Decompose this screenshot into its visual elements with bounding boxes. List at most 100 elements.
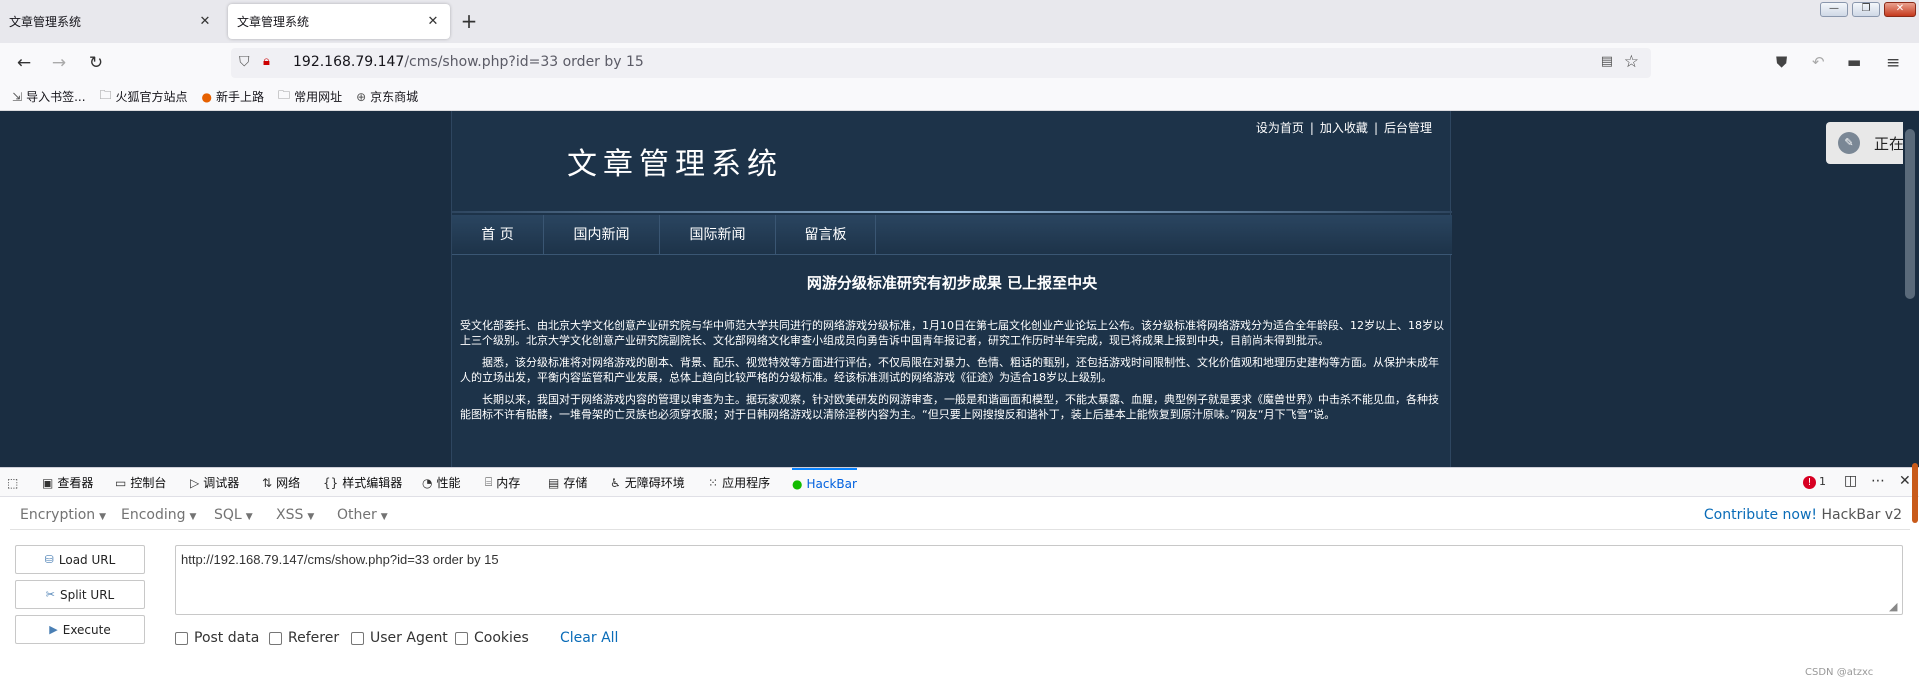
bookmark-label: 常用网址 — [294, 90, 343, 104]
hackbar-url-textarea[interactable] — [175, 545, 1903, 615]
article-body: 受文化部委托、由北京大学文化创意产业研究院与华中师范大学共同进行的网络游戏分级标… — [460, 318, 1444, 429]
site-nav-domestic-news[interactable]: 国内新闻 — [544, 215, 660, 255]
resize-grip-icon[interactable]: ◢ — [1889, 600, 1897, 613]
import-icon: ⇲ — [12, 89, 23, 104]
tab-console[interactable]: ▭ 控制台 — [115, 468, 166, 497]
style-icon: {} — [323, 475, 339, 490]
tab-accessibility[interactable]: ♿︎ 无障碍环境 — [610, 468, 685, 497]
reload-icon[interactable]: ↻ — [84, 51, 108, 75]
site-container: 设为首页 | 加入收藏 | 后台管理 文章管理系统 首 页 国内新闻 国际新闻 留言板 … — [451, 111, 1452, 467]
watermark: CSDN @atzxc — [1805, 667, 1874, 678]
article-paragraph: 据悉，该分级标准将对网络游戏的剧本、背景、配乐、视觉特效等方面进行评估，不仅局限… — [460, 356, 1439, 384]
contribute-link[interactable]: Contribute now! — [1704, 507, 1817, 523]
tab-hackbar[interactable]: ● HackBar — [792, 468, 857, 497]
tab-application[interactable]: ⁙ 应用程序 — [708, 468, 770, 497]
set-homepage-link[interactable]: 设为首页 — [1256, 121, 1304, 135]
admin-link[interactable]: 后台管理 — [1384, 121, 1432, 135]
bookmark-label: 导入书签... — [26, 90, 86, 104]
menu-encoding[interactable]: Encoding ▼ — [121, 507, 196, 523]
header-divider — [452, 211, 1452, 213]
performance-icon: ◔ — [422, 475, 433, 490]
accessibility-icon: ♿︎ — [610, 475, 621, 490]
shield-icon[interactable]: ⛉ — [239, 54, 250, 70]
bookmark-import[interactable]: ⇲ 导入书签... — [12, 88, 86, 105]
browser-tab[interactable]: 文章管理系统 ✕ — [0, 4, 222, 39]
tab-close-icon[interactable]: ✕ — [197, 14, 213, 29]
window-minimize-button[interactable]: — — [1820, 2, 1848, 17]
load-url-button[interactable]: ⛁ Load URL — [15, 545, 145, 574]
back-arrow-icon[interactable]: ← — [12, 51, 36, 75]
scissors-icon: ✂ — [45, 588, 55, 601]
devtools-scrollbar-thumb[interactable] — [1912, 463, 1918, 523]
browser-nav-bar: ← → ↻ ⛉ 🔒︎ 192.168.79.147/cms/show.php?i… — [0, 43, 1919, 83]
microphone-muted-icon: ✎ — [1838, 132, 1860, 154]
tab-performance[interactable]: ◔ 性能 — [422, 468, 461, 497]
globe-icon: ⊕ — [356, 89, 367, 104]
window-maximize-button[interactable]: ❐ — [1852, 2, 1880, 17]
bookmark-firefox-site[interactable]: 🗀 火狐官方站点 — [100, 86, 188, 107]
error-count-badge[interactable]: ! 1 — [1803, 475, 1826, 489]
new-tab-button[interactable]: + — [458, 9, 480, 33]
referer-checkbox[interactable]: Referer — [269, 630, 339, 646]
user-agent-checkbox[interactable]: User Agent — [351, 630, 448, 646]
site-nav-intl-news[interactable]: 国际新闻 — [660, 215, 776, 255]
memory-icon: ⌸ — [485, 475, 493, 489]
post-data-checkbox[interactable]: Post data — [175, 630, 259, 646]
pocket-icon[interactable]: ⛊ — [1776, 53, 1787, 71]
article: 网游分级标准研究有初步成果 已上报至中央 受文化部委托、由北京大学文化创意产业研… — [452, 256, 1452, 467]
forward-arrow-icon[interactable]: → — [47, 51, 71, 75]
menu-icon[interactable]: ≡ — [1886, 53, 1900, 73]
console-icon: ▭ — [115, 475, 127, 490]
load-icon: ⛁ — [44, 553, 54, 566]
add-favorite-link[interactable]: 加入收藏 — [1320, 121, 1368, 135]
caret-down-icon: ▼ — [189, 512, 197, 522]
element-picker-button[interactable]: ⬚ — [7, 468, 22, 497]
more-options-icon[interactable]: ⋯ — [1871, 473, 1885, 489]
site-nav-guestbook[interactable]: 留言板 — [776, 215, 876, 255]
tab-style-editor[interactable]: {} 样式编辑器 — [323, 468, 402, 497]
bookmark-jd[interactable]: ⊕ 京东商城 — [356, 88, 418, 105]
caret-down-icon: ▼ — [380, 512, 388, 522]
tab-memory[interactable]: ⌸ 内存 — [485, 468, 520, 497]
bookmark-star-icon[interactable]: ☆ — [1624, 52, 1639, 72]
menu-encryption[interactable]: Encryption ▼ — [20, 507, 106, 523]
browser-tab-active[interactable]: 文章管理系统 ✕ — [228, 4, 450, 39]
cookies-checkbox[interactable]: Cookies — [455, 630, 529, 646]
url-text[interactable]: 192.168.79.147/cms/show.php?id=33 order … — [293, 54, 644, 70]
browser-tab-bar: 文章管理系统 ✕ 文章管理系统 ✕ + — ❐ ✕ — [0, 0, 1919, 43]
tab-close-icon[interactable]: ✕ — [425, 14, 441, 29]
dock-side-icon[interactable]: ◫ — [1844, 473, 1857, 489]
site-nav-home[interactable]: 首 页 — [452, 215, 544, 255]
address-bar[interactable]: ⛉ 🔒︎ 192.168.79.147/cms/show.php?id=33 o… — [231, 48, 1651, 78]
insecure-lock-icon[interactable]: 🔒︎ — [263, 54, 270, 69]
firefox-icon: ● — [201, 89, 213, 104]
menu-other[interactable]: Other ▼ — [337, 507, 388, 523]
inspector-icon: ▣ — [42, 475, 54, 490]
site-logo-title: 文章管理系统 — [567, 147, 783, 182]
split-url-button[interactable]: ✂ Split URL — [15, 580, 145, 609]
menu-xss[interactable]: XSS ▼ — [276, 507, 314, 523]
close-devtools-icon[interactable]: ✕ — [1899, 473, 1911, 489]
tab-title: 文章管理系统 — [9, 15, 82, 29]
bookmarks-toolbar: ⇲ 导入书签... 🗀 火狐官方站点 ● 新手上路 🗀 常用网址 ⊕ 京东商城 — [0, 83, 1919, 111]
execute-button[interactable]: ▶ Execute — [15, 615, 145, 644]
window-close-button[interactable]: ✕ — [1884, 2, 1916, 17]
page-scrollbar-thumb[interactable] — [1905, 129, 1915, 299]
tab-debugger[interactable]: ▷ 调试器 — [190, 468, 239, 497]
reader-view-icon[interactable]: ▤ — [1601, 54, 1613, 69]
url-host: 192.168.79.147 — [293, 54, 405, 70]
caret-down-icon: ▼ — [245, 512, 253, 522]
screen-icon[interactable]: ▬ — [1847, 53, 1861, 71]
hackbar-version: HackBar v2 — [1821, 507, 1903, 523]
menu-sql[interactable]: SQL ▼ — [214, 507, 253, 523]
bookmark-common-sites[interactable]: 🗀 常用网址 — [278, 86, 342, 107]
tab-inspector[interactable]: ▣ 查看器 — [42, 468, 93, 497]
clear-all-link[interactable]: Clear All — [560, 630, 618, 646]
folder-icon: 🗀 — [99, 88, 112, 102]
bookmark-label: 京东商城 — [370, 90, 419, 104]
tab-storage[interactable]: ▤ 存储 — [548, 468, 587, 497]
tab-title: 文章管理系统 — [237, 15, 310, 29]
undo-icon[interactable]: ↶ — [1812, 53, 1825, 71]
tab-network[interactable]: ⇅ 网络 — [262, 468, 300, 497]
bookmark-getting-started[interactable]: ● 新手上路 — [202, 88, 265, 105]
